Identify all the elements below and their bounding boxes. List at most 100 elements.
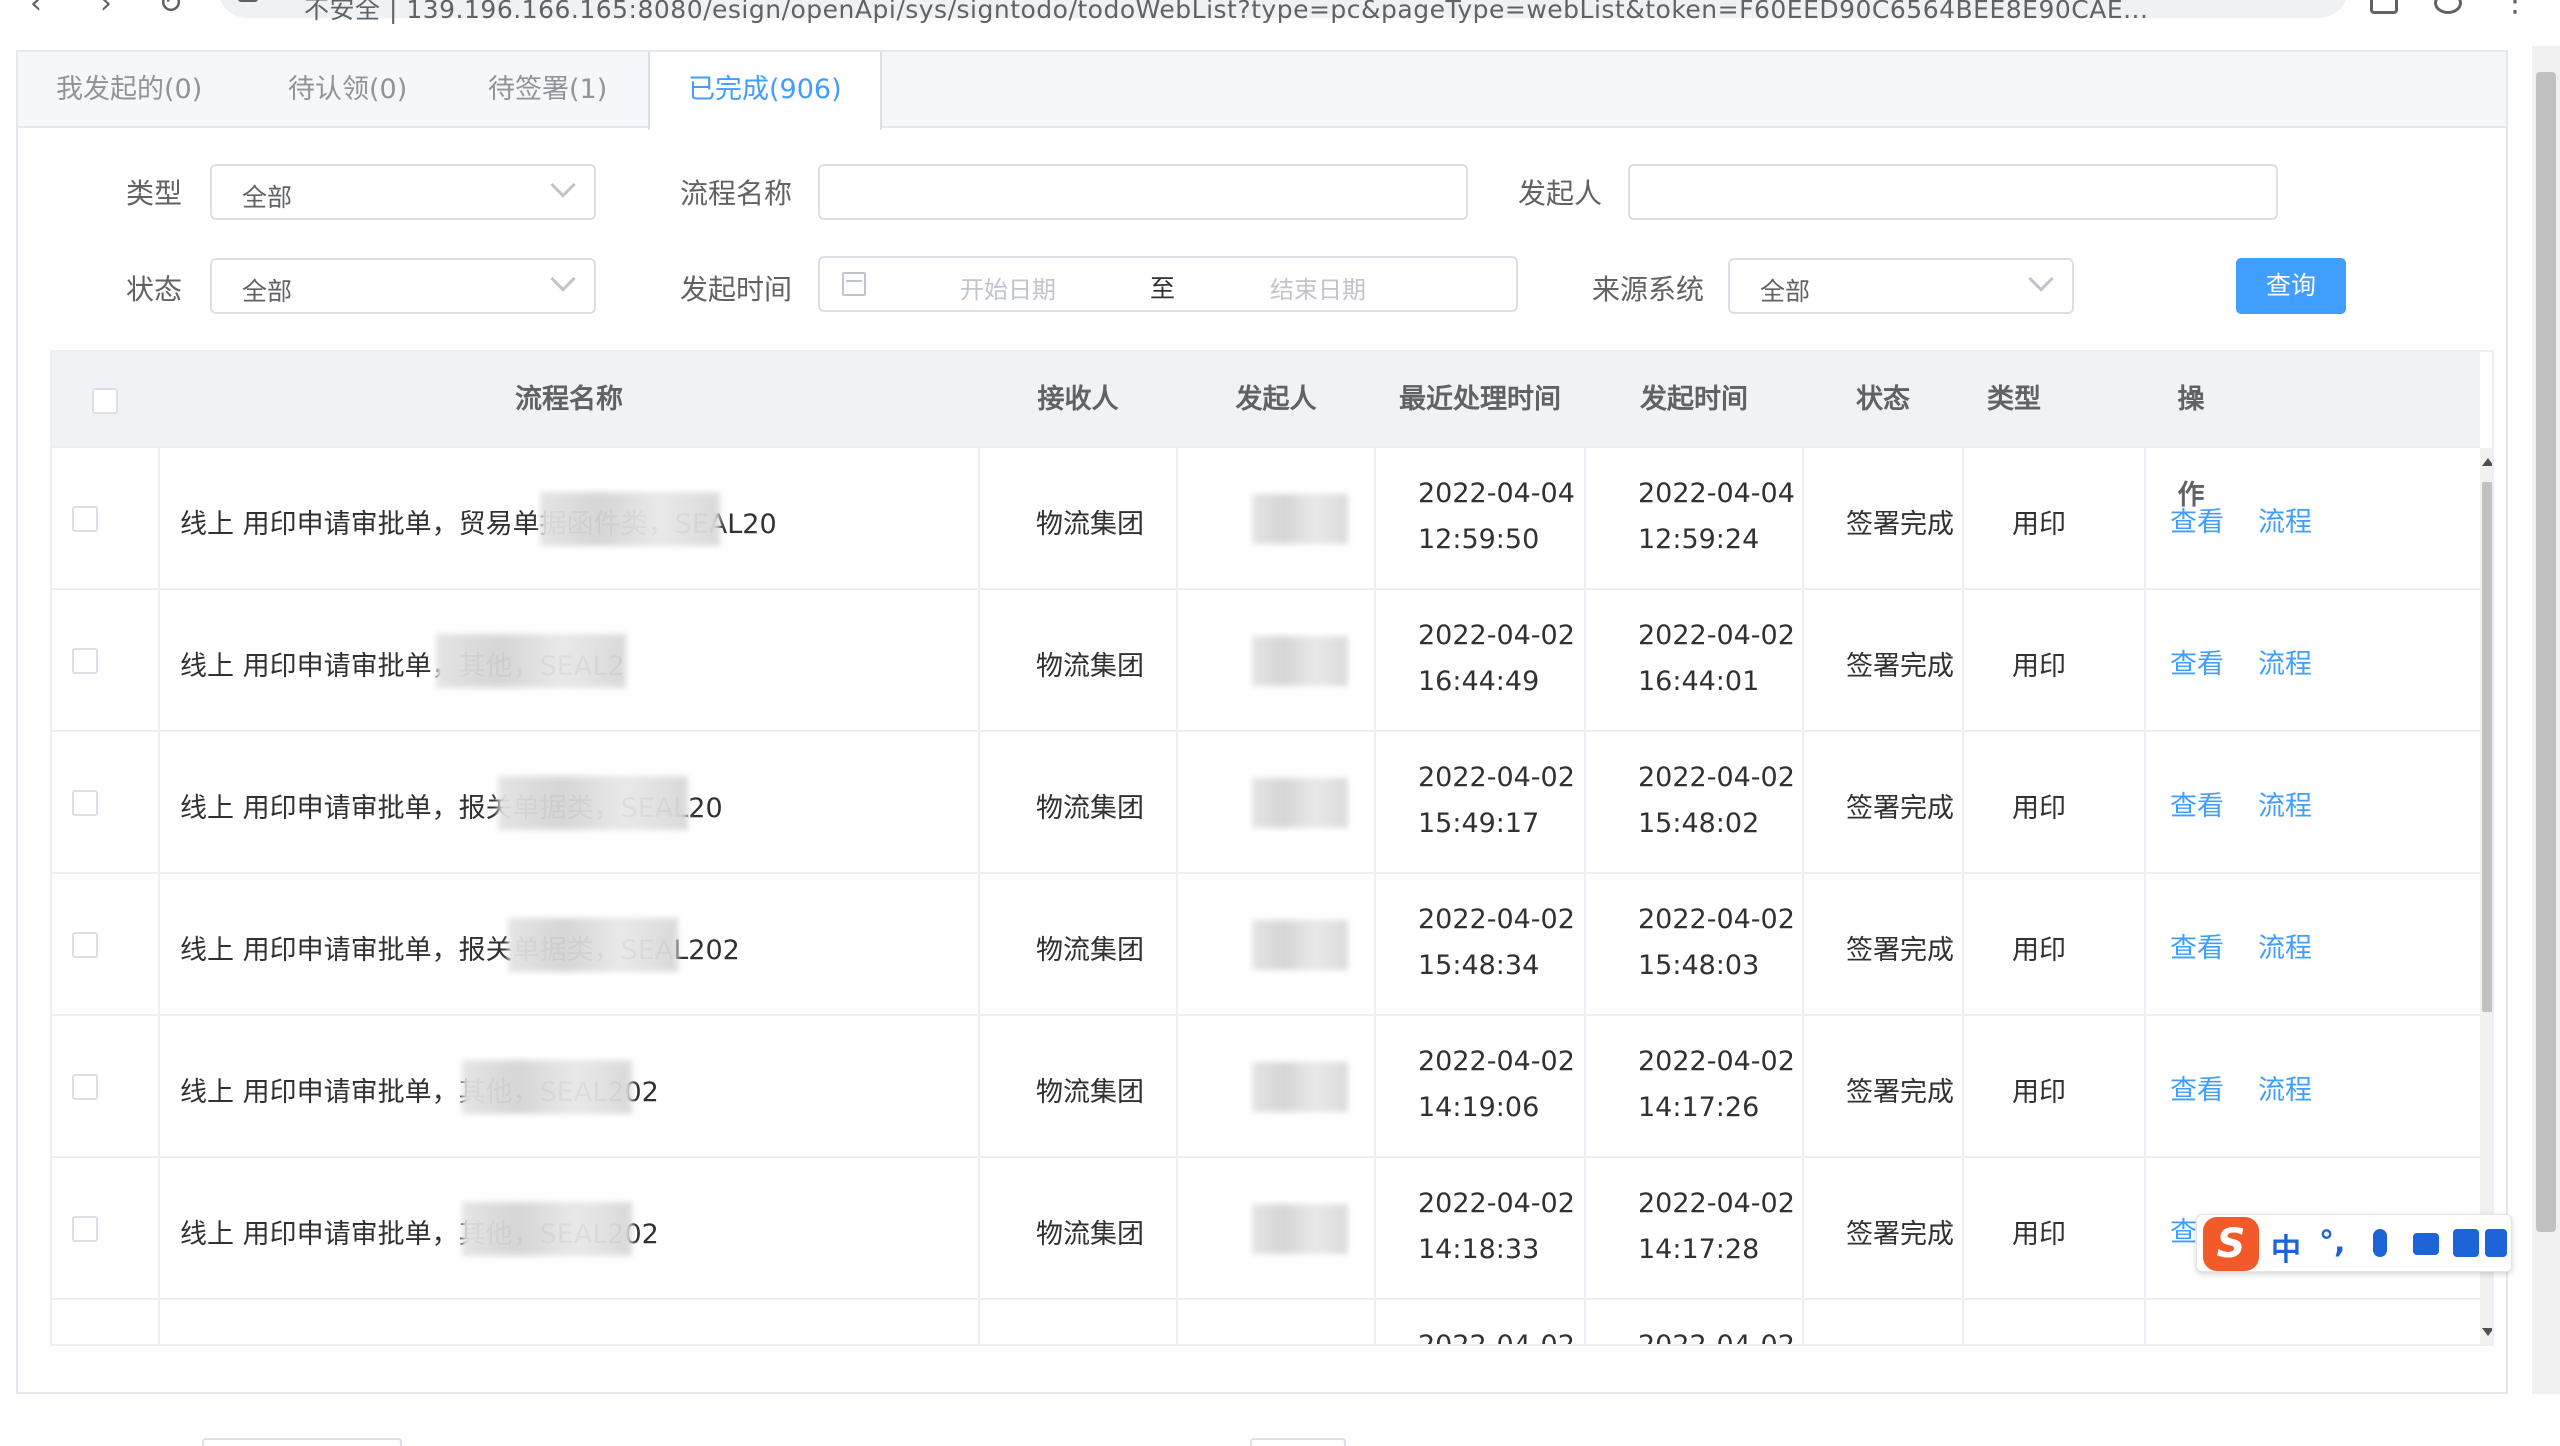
scroll-down-icon[interactable] [2482, 1328, 2492, 1336]
skin-icon[interactable] [2453, 1229, 2479, 1257]
table-row[interactable]: 线上 用印申请审批单，其他，SEAL202 物流集团 2022-04-02 14:19… [52, 1016, 2480, 1158]
last-date-cell: 2022-04-02 [1418, 1188, 1575, 1219]
redacted-initiator [1252, 1204, 1348, 1254]
start-date-cell: 2022-04-02 [1638, 1330, 1795, 1346]
start-date-cell: 2022-04-02 [1638, 762, 1795, 793]
header-flow-name[interactable]: 流程名称 [160, 352, 978, 448]
main-panel: 我发起的(0) 待认领(0) 待签署(1) 已完成(906) 类型 全部 流程名… [16, 50, 2508, 1446]
sogou-logo-icon[interactable]: S [2203, 1217, 2259, 1271]
date-range-picker[interactable]: 开始日期 至 结束日期 [818, 256, 1518, 312]
row-checkbox[interactable] [72, 1216, 98, 1242]
header-type[interactable]: 类型 [1964, 352, 2064, 448]
redacted-block [508, 918, 678, 972]
tab-bar: 我发起的(0) 待认领(0) 待签署(1) 已完成(906) [18, 52, 2506, 130]
table-row[interactable]: 线上 用印申请审批单，其他，SEAL2 物流集团 2022-04-02 16:44:4… [52, 590, 2480, 732]
view-link[interactable]: 查看 [2170, 926, 2224, 965]
keyboard-icon[interactable] [2413, 1233, 2439, 1255]
flow-name-input[interactable] [818, 164, 1468, 220]
type-cell: 用印 [2012, 793, 2066, 824]
row-checkbox[interactable] [72, 1074, 98, 1100]
browser-toolbar: ‹ › ↻ 不安全 | 139.196.166.165:8080/esign/o… [0, 0, 2560, 26]
initiator-input[interactable] [1628, 164, 2278, 220]
last-time-cell: 14:19:06 [1418, 1092, 1540, 1123]
status-select[interactable]: 全部 [210, 258, 596, 314]
end-date-input[interactable]: 结束日期 [1270, 270, 1366, 305]
results-table: 流程名称 接收人 发起人 最近处理时间 发起时间 状态 类型 操作 线上 用印申… [50, 350, 2494, 1346]
header-last-time[interactable]: 最近处理时间 [1376, 352, 1584, 448]
flow-name-label: 流程名称 [680, 177, 793, 210]
query-button[interactable]: 查询 [2236, 258, 2346, 314]
pagination-size-select[interactable] [202, 1438, 402, 1446]
ime-punctuation-toggle[interactable]: °, [2319, 1225, 2345, 1260]
redacted-block [498, 776, 688, 830]
profile-icon[interactable] [2434, 0, 2462, 14]
tab-my-initiated[interactable]: 我发起的(0) [18, 52, 240, 128]
menu-icon[interactable]: ⋮ [2500, 0, 2530, 19]
table-row[interactable]: 2022-04-02 2022-04-02 [52, 1300, 2480, 1346]
header-status[interactable]: 状态 [1804, 352, 1962, 448]
chevron-down-icon [550, 266, 576, 292]
header-receiver[interactable]: 接收人 [980, 352, 1176, 448]
url-text: 139.196.166.165:8080/esign/openApi/sys/s… [406, 0, 2149, 24]
row-checkbox[interactable] [72, 648, 98, 674]
receiver-cell: 物流集团 [1036, 651, 1144, 682]
last-date-cell: 2022-04-02 [1418, 1330, 1575, 1346]
row-checkbox[interactable] [72, 790, 98, 816]
last-date-cell: 2022-04-04 [1418, 478, 1575, 509]
source-select-value: 全部 [1760, 277, 1811, 306]
type-select[interactable]: 全部 [210, 164, 596, 220]
type-cell: 用印 [2012, 509, 2066, 540]
last-date-cell: 2022-04-02 [1418, 762, 1575, 793]
table-row[interactable]: 线上 用印申请审批单，报关单据类，SEAL202 物流集团 2022-04-02 15… [52, 874, 2480, 1016]
back-icon[interactable]: ‹ [30, 0, 42, 21]
type-cell: 用印 [2012, 1077, 2066, 1108]
view-link[interactable]: 查看 [2170, 642, 2224, 681]
last-date-cell: 2022-04-02 [1418, 620, 1575, 651]
toolbox-icon[interactable] [2485, 1229, 2507, 1257]
flow-link[interactable]: 流程 [2258, 500, 2312, 539]
start-time-cell: 16:44:01 [1638, 666, 1760, 697]
flow-link[interactable]: 流程 [2258, 926, 2312, 965]
tab-to-sign[interactable]: 待签署(1) [450, 52, 645, 128]
select-all-checkbox[interactable] [92, 388, 118, 414]
microphone-icon[interactable] [2373, 1229, 2387, 1257]
flow-link[interactable]: 流程 [2258, 1068, 2312, 1107]
page-scrollbar-thumb[interactable] [2536, 72, 2556, 1232]
table-row[interactable]: 线上 用印申请审批单，报关单据类，SEAL20 物流集团 2022-04-02 15:… [52, 732, 2480, 874]
view-link[interactable]: 查看 [2170, 500, 2224, 539]
extension-icon[interactable] [2370, 0, 2398, 14]
start-time-cell: 14:17:28 [1638, 1234, 1760, 1265]
reload-icon[interactable]: ↻ [158, 0, 183, 21]
tab-completed[interactable]: 已完成(906) [648, 52, 882, 130]
scroll-up-icon[interactable] [2482, 458, 2492, 466]
tab-to-claim[interactable]: 待认领(0) [250, 52, 445, 128]
row-checkbox[interactable] [72, 506, 98, 532]
table-scrollbar-thumb[interactable] [2482, 482, 2492, 1012]
status-cell: 签署完成 [1846, 1077, 1954, 1108]
redacted-block [462, 1060, 632, 1114]
insecure-icon [238, 0, 258, 2]
row-checkbox[interactable] [72, 932, 98, 958]
pagination-jump-input[interactable] [1250, 1438, 1346, 1446]
table-row[interactable]: 线上 用印申请审批单，贸易单据函件类，SEAL20 物流集团 2022-04-04 1… [52, 448, 2480, 590]
ime-language-toggle[interactable]: 中 [2271, 1225, 2301, 1269]
start-date-input[interactable]: 开始日期 [960, 270, 1056, 305]
source-select[interactable]: 全部 [1728, 258, 2074, 314]
last-time-cell: 16:44:49 [1418, 666, 1540, 697]
header-initiator[interactable]: 发起人 [1178, 352, 1374, 448]
redacted-initiator [1252, 778, 1348, 828]
view-link[interactable]: 查看 [2170, 1068, 2224, 1107]
type-cell: 用印 [2012, 651, 2066, 682]
redacted-initiator [1252, 1062, 1348, 1112]
calendar-icon [842, 272, 866, 296]
view-link[interactable]: 查看 [2170, 784, 2224, 823]
status-cell: 签署完成 [1846, 651, 1954, 682]
address-bar[interactable]: 不安全 | 139.196.166.165:8080/esign/openApi… [218, 0, 2348, 24]
start-time-cell: 14:17:26 [1638, 1092, 1760, 1123]
start-time-cell: 15:48:02 [1638, 808, 1760, 839]
flow-link[interactable]: 流程 [2258, 784, 2312, 823]
flow-link[interactable]: 流程 [2258, 642, 2312, 681]
table-row[interactable]: 线上 用印申请审批单，其他，SEAL202 物流集团 2022-04-02 14:18… [52, 1158, 2480, 1300]
header-start-time[interactable]: 发起时间 [1586, 352, 1802, 448]
forward-icon[interactable]: › [100, 0, 112, 21]
